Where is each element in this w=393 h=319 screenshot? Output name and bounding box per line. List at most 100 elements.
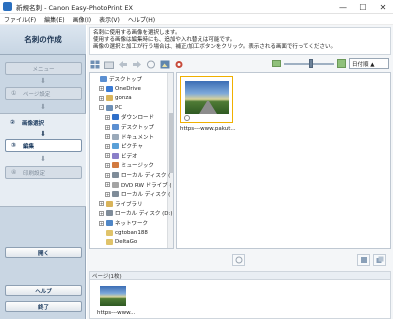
tree-node[interactable]: + ローカル ディスク ( bbox=[105, 171, 170, 179]
arrow-down-icon: ⬇ bbox=[40, 154, 46, 163]
tree-node[interactable]: + ネットワーク bbox=[99, 219, 148, 227]
tree-node[interactable]: + gonza bbox=[99, 94, 132, 102]
sidebar-title: 名刺の作成 bbox=[0, 25, 86, 55]
expand-toggle-icon[interactable]: + bbox=[105, 162, 110, 168]
rotate-icon[interactable] bbox=[145, 59, 157, 70]
app-icon bbox=[3, 2, 12, 11]
tree-node[interactable]: + ダウンロード bbox=[105, 113, 154, 121]
step-number: ① bbox=[11, 90, 17, 97]
menu-view[interactable]: 表示(V) bbox=[95, 15, 124, 24]
expand-toggle-icon[interactable]: + bbox=[99, 86, 104, 92]
tree-node-label: gonza bbox=[115, 95, 132, 102]
minimize-button[interactable]: — bbox=[333, 0, 353, 14]
tree-scrollbar[interactable] bbox=[167, 73, 173, 248]
expand-toggle-icon[interactable]: + bbox=[105, 114, 110, 120]
tree-node[interactable]: DeltaGo bbox=[99, 238, 137, 246]
expand-toggle-icon[interactable]: + bbox=[105, 124, 110, 130]
tree-node-label: ピクチャ bbox=[121, 144, 143, 151]
expand-toggle-icon[interactable]: + bbox=[105, 143, 110, 149]
tree-node[interactable]: + ビデオ bbox=[105, 152, 138, 160]
thumbnail-item[interactable] bbox=[180, 76, 233, 123]
step-image-select[interactable]: ② 画像選択 bbox=[5, 116, 82, 129]
tree-node[interactable]: - PC bbox=[99, 104, 122, 112]
magnify-icon[interactable] bbox=[184, 115, 190, 121]
expand-toggle-icon[interactable]: + bbox=[99, 95, 104, 101]
step-image-select-label: 画像選択 bbox=[22, 120, 45, 127]
expand-toggle-icon[interactable]: - bbox=[99, 105, 104, 111]
settings-icon[interactable] bbox=[173, 59, 185, 70]
expand-toggle-icon[interactable]: + bbox=[105, 182, 110, 188]
tree-node[interactable]: + DVD RW ドライブ ( bbox=[105, 181, 172, 189]
step-page-setup[interactable]: ① ページ設定 bbox=[5, 87, 82, 100]
sort-dropdown[interactable]: 日付順 ▲ bbox=[349, 58, 389, 69]
maximize-button[interactable]: ☐ bbox=[353, 0, 373, 14]
arrow-down-icon: ⬇ bbox=[40, 129, 46, 138]
folder-icon bbox=[106, 210, 113, 217]
exit-button[interactable]: 終了 bbox=[5, 301, 82, 312]
window-title: 新規名刺 - Canon Easy-PhotoPrint EX bbox=[16, 3, 133, 12]
step-page-setup-label: ページ設定 bbox=[23, 91, 51, 98]
step-edit[interactable]: ③ 編集 bbox=[5, 139, 82, 152]
tree-scrollbar-thumb[interactable] bbox=[169, 113, 173, 173]
tree-node[interactable]: + デスクトップ bbox=[105, 123, 154, 131]
folder-icon bbox=[106, 239, 113, 246]
step-menu[interactable]: メニュー bbox=[5, 62, 82, 75]
tree-node[interactable]: + ドキュメント bbox=[105, 133, 154, 141]
menu-help[interactable]: ヘルプ(H) bbox=[124, 15, 159, 24]
instruction-line: 名刺に使用する画像を選択します。 bbox=[93, 30, 181, 36]
folder-icon bbox=[106, 220, 113, 226]
tree-node-label: ローカル ディスク ( bbox=[121, 173, 171, 179]
page-thumbnail[interactable] bbox=[100, 286, 126, 306]
expand-toggle-icon[interactable]: + bbox=[105, 153, 110, 159]
tree-node[interactable]: + ライブラリ bbox=[99, 200, 143, 208]
zoom-in-icon[interactable] bbox=[337, 59, 346, 68]
single-page-view-icon[interactable] bbox=[357, 254, 370, 266]
tree-node-label: ライブラリ bbox=[115, 201, 143, 208]
menu-edit[interactable]: 編集(E) bbox=[40, 15, 68, 24]
expand-toggle-icon[interactable]: + bbox=[105, 134, 110, 140]
tree-node[interactable]: + ローカル ディスク (D:) bbox=[99, 209, 173, 217]
back-icon[interactable] bbox=[117, 59, 129, 70]
expand-toggle-icon[interactable]: + bbox=[105, 172, 110, 178]
step-print-settings[interactable]: ④ 印刷設定 bbox=[5, 166, 82, 179]
menu-bar: ファイル(F) 編集(E) 画像(I) 表示(V) ヘルプ(H) bbox=[0, 14, 393, 25]
tree-node-label: ローカル ディスク ( bbox=[121, 192, 171, 199]
window-controls: — ☐ ✕ bbox=[333, 0, 393, 14]
expand-toggle-icon[interactable]: + bbox=[99, 201, 104, 207]
tree-node[interactable]: + OneDrive bbox=[99, 85, 141, 93]
tree-node[interactable]: + ピクチャ bbox=[105, 142, 143, 150]
folder-tree[interactable]: デスクトップ + OneDrive + gonza - PC + ダウンロード + デスクトップ + ド… bbox=[89, 72, 174, 249]
folder-icon bbox=[112, 172, 119, 178]
tree-node[interactable]: + ミュージック bbox=[105, 161, 154, 169]
tree-node[interactable]: cgtoban188 bbox=[99, 229, 148, 237]
help-button[interactable]: ヘルプ bbox=[5, 285, 82, 296]
folder-icon bbox=[100, 76, 107, 82]
tree-node[interactable]: + ローカル ディスク ( bbox=[105, 190, 170, 198]
expand-toggle-icon[interactable]: + bbox=[105, 191, 110, 197]
zoom-slider-handle[interactable] bbox=[309, 59, 313, 68]
instructions: 名刺に使用する画像を選択します。 使用する画像は編集時にも、追加や入れ替えは可能… bbox=[89, 27, 391, 55]
forward-icon[interactable] bbox=[131, 59, 143, 70]
multi-page-view-icon[interactable] bbox=[373, 254, 386, 266]
tree-node-label: ビデオ bbox=[121, 153, 138, 160]
menu-image[interactable]: 画像(I) bbox=[69, 15, 95, 24]
menu-file[interactable]: ファイル(F) bbox=[0, 15, 40, 24]
zoom-out-icon[interactable] bbox=[272, 60, 281, 67]
remove-icon[interactable] bbox=[232, 254, 245, 266]
open-button[interactable]: 開く bbox=[5, 247, 82, 258]
folder-icon bbox=[112, 191, 119, 198]
tree-node[interactable]: デスクトップ bbox=[93, 75, 142, 83]
correct-image-icon[interactable] bbox=[159, 59, 171, 70]
folder-icon bbox=[112, 162, 119, 169]
folder-icon bbox=[106, 200, 113, 207]
expand-toggle-icon[interactable]: + bbox=[99, 220, 104, 226]
folder-icon bbox=[106, 104, 113, 111]
grid-view-icon[interactable] bbox=[89, 59, 101, 70]
expand-toggle-icon[interactable]: + bbox=[99, 210, 104, 216]
folder-icon bbox=[106, 85, 113, 92]
folder-up-icon[interactable] bbox=[103, 59, 115, 70]
page-filename: https---www... bbox=[97, 310, 136, 316]
arrow-down-icon: ⬇ bbox=[40, 76, 46, 85]
close-button[interactable]: ✕ bbox=[373, 0, 393, 14]
road-graphic bbox=[199, 101, 217, 114]
